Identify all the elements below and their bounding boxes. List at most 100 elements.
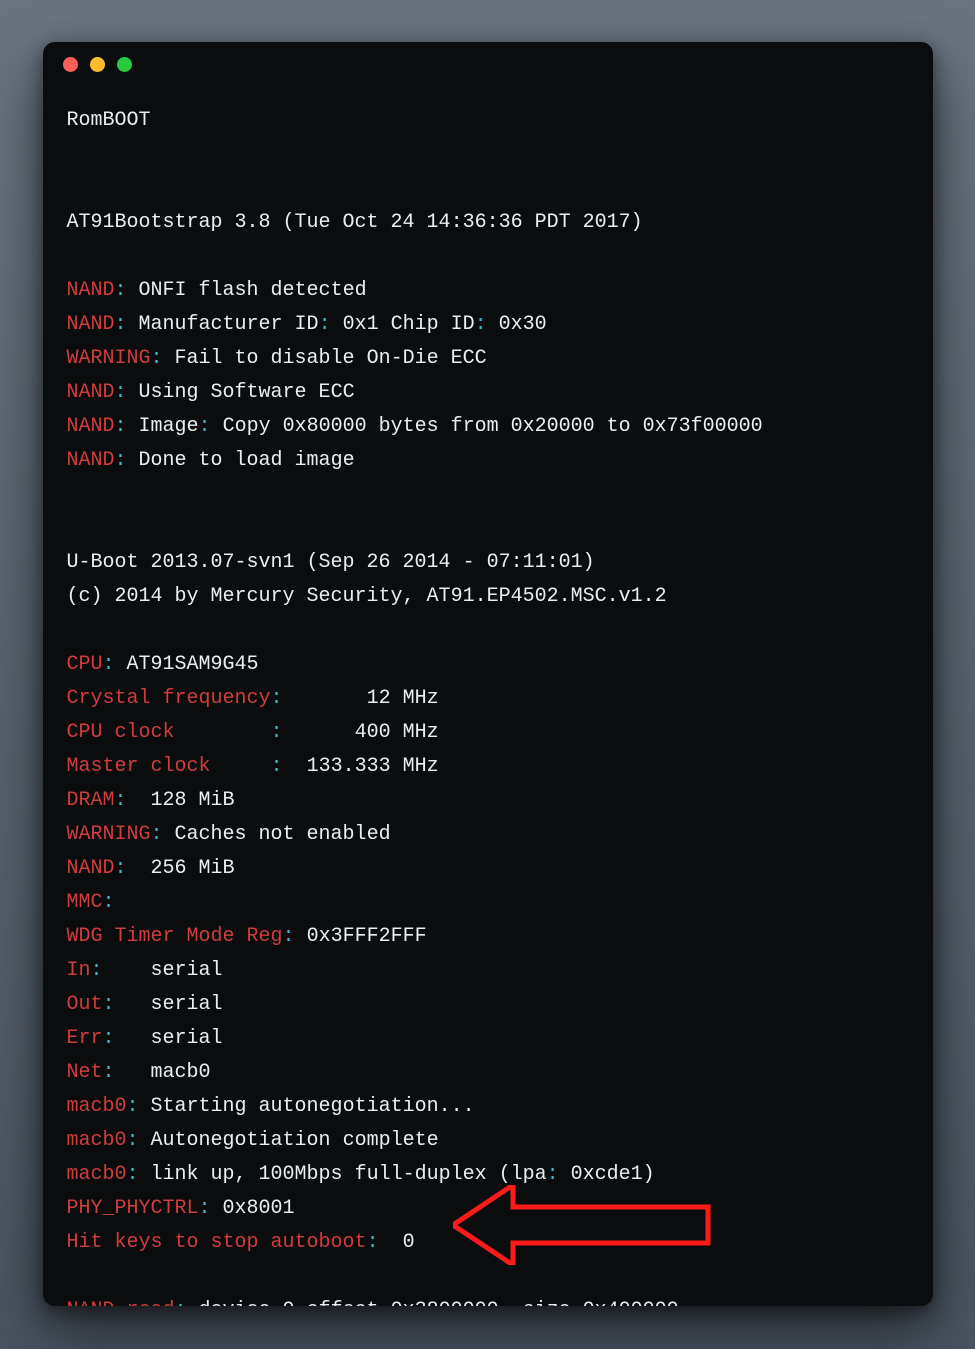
terminal-text: CPU	[67, 653, 103, 676]
terminal-text: NAND	[67, 313, 115, 336]
terminal-text: :	[115, 313, 139, 336]
terminal-text: :	[115, 789, 151, 812]
terminal-text: (c) 2014 by Mercury Security, AT91.EP450…	[67, 585, 667, 608]
terminal-text: WARNING	[67, 823, 151, 846]
terminal-text: Hit keys to stop autoboot	[67, 1231, 367, 1254]
terminal-text: 0x30	[499, 313, 547, 336]
terminal-line	[67, 138, 909, 172]
terminal-line: Err: serial	[67, 1022, 909, 1056]
terminal-text: MMC	[67, 891, 103, 914]
terminal-text: :	[151, 823, 175, 846]
terminal-text: Fail to disable On-Die ECC	[175, 347, 487, 370]
page-background: RomBOOT AT91Bootstrap 3.8 (Tue Oct 24 14…	[0, 0, 975, 1349]
terminal-text: :	[271, 687, 283, 710]
terminal-text: :	[103, 1061, 151, 1084]
terminal-text: 0x3FFF2FFF	[307, 925, 427, 948]
terminal-text: PHY_PHYCTRL	[67, 1197, 199, 1220]
terminal-line: CPU: AT91SAM9G45	[67, 648, 909, 682]
terminal-text: macb0	[67, 1163, 127, 1186]
terminal-text: 256 MiB	[151, 857, 235, 880]
terminal-text: :	[103, 653, 127, 676]
terminal-text: AT91SAM9G45	[127, 653, 259, 676]
terminal-text: Copy 0x80000 bytes from 0x20000 to 0x73f…	[223, 415, 763, 438]
terminal-line: AT91Bootstrap 3.8 (Tue Oct 24 14:36:36 P…	[67, 206, 909, 240]
terminal-text: :	[103, 1027, 151, 1050]
terminal-text: 0x1 Chip ID	[343, 313, 475, 336]
terminal-text: 0	[403, 1231, 415, 1254]
terminal-text: Master clock	[67, 755, 271, 778]
terminal-text: NAND	[67, 415, 115, 438]
terminal-output: RomBOOT AT91Bootstrap 3.8 (Tue Oct 24 14…	[43, 86, 933, 1306]
terminal-text: :	[103, 891, 115, 914]
terminal-text: U-Boot 2013.07-svn1 (Sep 26 2014 - 07:11…	[67, 551, 595, 574]
terminal-line: macb0: link up, 100Mbps full-duplex (lpa…	[67, 1158, 909, 1192]
terminal-line: macb0: Starting autonegotiation...	[67, 1090, 909, 1124]
terminal-text: :	[115, 381, 139, 404]
terminal-line: NAND: Image: Copy 0x80000 bytes from 0x2…	[67, 410, 909, 444]
terminal-text: :	[115, 449, 139, 472]
terminal-line: Net: macb0	[67, 1056, 909, 1090]
terminal-text: Out	[67, 993, 103, 1016]
terminal-text: Crystal frequency	[67, 687, 271, 710]
terminal-text: :	[115, 857, 151, 880]
terminal-text: NAND read	[67, 1299, 175, 1306]
terminal-text: In	[67, 959, 91, 982]
terminal-line: NAND: Using Software ECC	[67, 376, 909, 410]
terminal-text: :	[271, 755, 283, 778]
terminal-text: DRAM	[67, 789, 115, 812]
terminal-text: link up, 100Mbps full-duplex (lpa	[151, 1163, 547, 1186]
terminal-line	[67, 172, 909, 206]
terminal-text: macb0	[67, 1129, 127, 1152]
terminal-line	[67, 240, 909, 274]
terminal-line: WDG Timer Mode Reg: 0x3FFF2FFF	[67, 920, 909, 954]
terminal-line: U-Boot 2013.07-svn1 (Sep 26 2014 - 07:11…	[67, 546, 909, 580]
terminal-text: :	[127, 1095, 151, 1118]
terminal-text: 0xcde1)	[571, 1163, 655, 1186]
terminal-line: WARNING: Caches not enabled	[67, 818, 909, 852]
terminal-text: :	[127, 1129, 151, 1152]
terminal-text: CPU clock	[67, 721, 271, 744]
window-minimize-button[interactable]	[90, 57, 105, 72]
terminal-line: macb0: Autonegotiation complete	[67, 1124, 909, 1158]
terminal-text: :	[115, 415, 139, 438]
terminal-text: Net	[67, 1061, 103, 1084]
terminal-line: Hit keys to stop autoboot: 0	[67, 1226, 909, 1260]
terminal-text: :	[151, 347, 175, 370]
terminal-line: NAND: Done to load image	[67, 444, 909, 478]
window-zoom-button[interactable]	[117, 57, 132, 72]
terminal-line: PHY_PHYCTRL: 0x8001	[67, 1192, 909, 1226]
terminal-text: Caches not enabled	[175, 823, 391, 846]
terminal-line	[67, 512, 909, 546]
terminal-line: RomBOOT	[67, 104, 909, 138]
terminal-text: :	[127, 1163, 151, 1186]
terminal-line: MMC:	[67, 886, 909, 920]
terminal-text: device 0 offset 0x3800000, size 0x400000	[199, 1299, 679, 1306]
terminal-text: :	[199, 1197, 223, 1220]
terminal-text: Done to load image	[139, 449, 355, 472]
terminal-text: 133.333 MHz	[283, 755, 439, 778]
terminal-line	[67, 478, 909, 512]
terminal-text: 0x8001	[223, 1197, 295, 1220]
terminal-text: serial	[151, 959, 223, 982]
terminal-text: NAND	[67, 857, 115, 880]
window-close-button[interactable]	[63, 57, 78, 72]
terminal-text: NAND	[67, 279, 115, 302]
terminal-text: :	[103, 993, 151, 1016]
terminal-text: :	[547, 1163, 571, 1186]
terminal-text: :	[175, 1299, 199, 1306]
terminal-text: Autonegotiation complete	[151, 1129, 439, 1152]
terminal-text: 400 MHz	[283, 721, 439, 744]
terminal-window: RomBOOT AT91Bootstrap 3.8 (Tue Oct 24 14…	[43, 42, 933, 1306]
terminal-text: WDG Timer Mode Reg	[67, 925, 283, 948]
terminal-text: Err	[67, 1027, 103, 1050]
terminal-text: 12 MHz	[283, 687, 439, 710]
terminal-line: Crystal frequency: 12 MHz	[67, 682, 909, 716]
terminal-text: WARNING	[67, 347, 151, 370]
terminal-line: (c) 2014 by Mercury Security, AT91.EP450…	[67, 580, 909, 614]
terminal-text: :	[199, 415, 223, 438]
terminal-text: ONFI flash detected	[139, 279, 367, 302]
terminal-text: :	[319, 313, 343, 336]
terminal-text: Manufacturer ID	[139, 313, 319, 336]
terminal-line: NAND: ONFI flash detected	[67, 274, 909, 308]
terminal-line: Out: serial	[67, 988, 909, 1022]
